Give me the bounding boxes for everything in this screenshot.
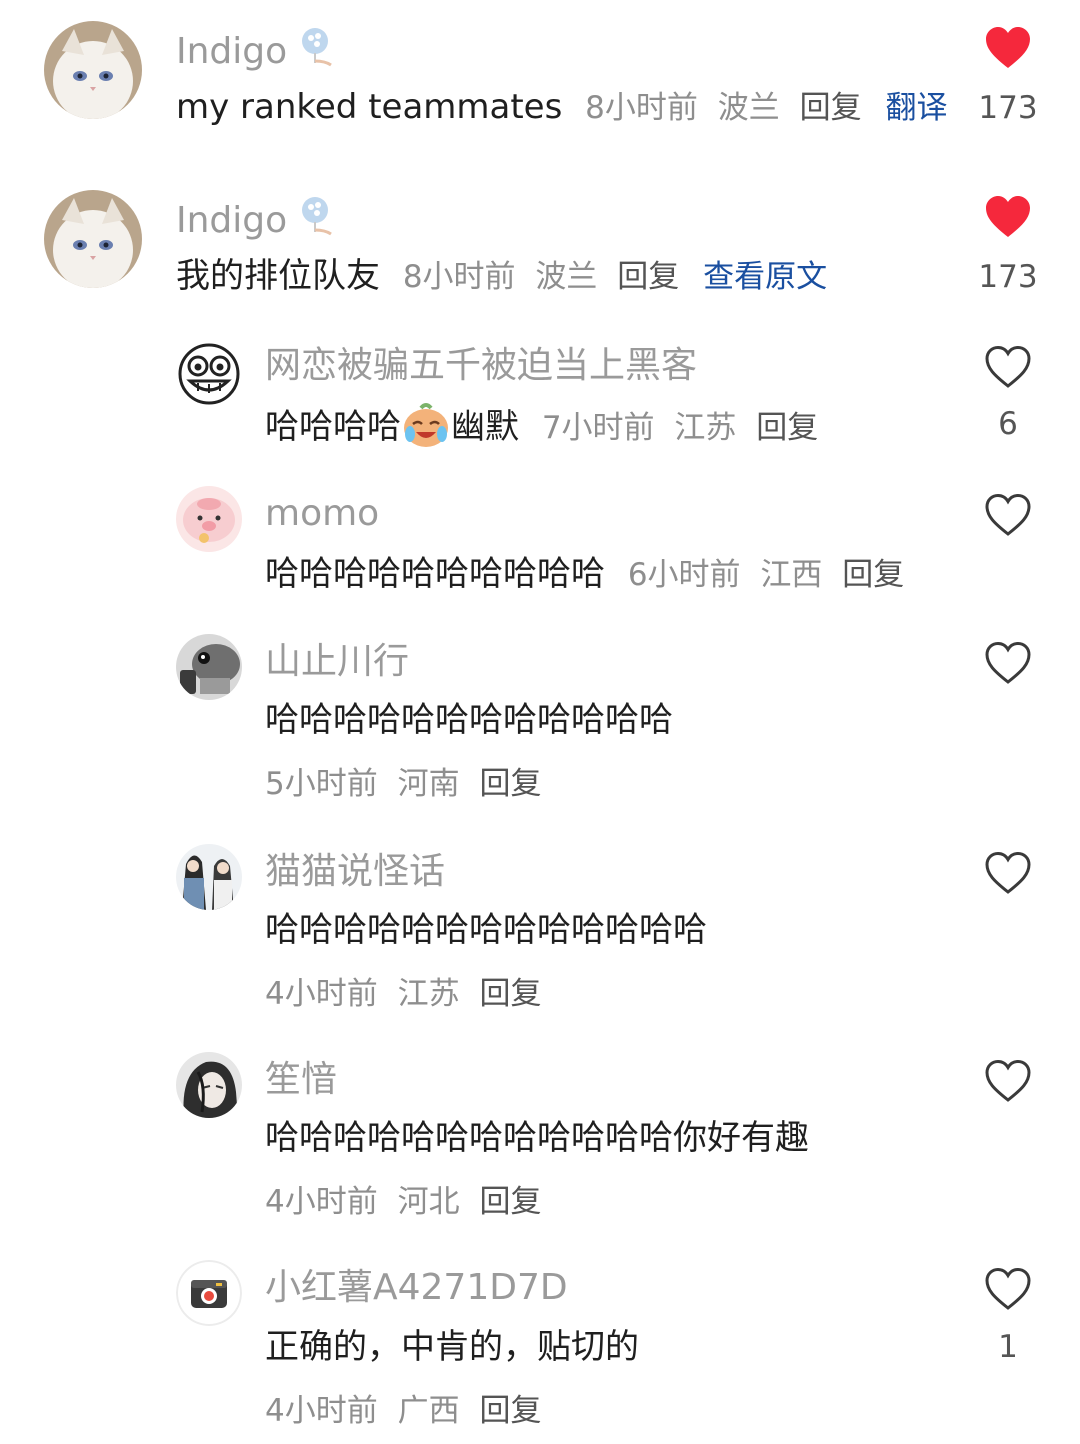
reply-username[interactable]: momo (265, 492, 379, 536)
translate-link[interactable]: 翻译 (885, 90, 947, 126)
reply-meta: 7小时前 江苏 回复 (542, 410, 828, 446)
comment-meta: 8小时前 波兰 回复 翻译 (585, 90, 957, 126)
reply-time: 4小时前 (265, 976, 378, 1012)
reply-body[interactable]: 哈哈哈哈 幽默 7小时前 江苏 回复 (265, 402, 828, 451)
reply-button[interactable]: 回复 (617, 259, 679, 295)
reply-username[interactable]: 小红薯A4271D7D (265, 1266, 568, 1310)
reply-body[interactable]: 哈哈哈哈哈哈哈哈哈哈 6小时前 江西 回复 (265, 551, 914, 598)
reply-username[interactable]: 猫猫说怪话 (265, 850, 445, 894)
like-count: 1 (998, 1329, 1018, 1365)
like-button[interactable] (984, 26, 1032, 70)
flower-badge-icon (295, 194, 339, 238)
like-count: 173 (978, 259, 1038, 295)
reply-item: momo 哈哈哈哈哈哈哈哈哈哈 6小时前 江西 回复 (0, 486, 1080, 606)
comment-location: 波兰 (717, 90, 780, 126)
reply-item: 网恋被骗五千被迫当上黑客 哈哈哈哈 幽默 7小时前 江苏 回复 6 (0, 338, 1080, 468)
reply-time: 4小时前 (265, 1393, 378, 1429)
heart-outline-icon (985, 851, 1031, 894)
reply-item: 山止川行 哈哈哈哈哈哈哈哈哈哈哈哈 5小时前 河南 回复 (0, 634, 1080, 814)
reply-meta: 6小时前 江西 回复 (628, 557, 914, 593)
reply-item: 猫猫说怪话 哈哈哈哈哈哈哈哈哈哈哈哈哈 4小时前 江苏 回复 (0, 844, 1080, 1024)
reply-location: 江西 (760, 557, 823, 593)
reply-button[interactable]: 回复 (479, 1184, 541, 1220)
reply-button[interactable]: 回复 (842, 557, 904, 593)
like-button[interactable] (984, 493, 1032, 537)
comment-text: 我的排位队友 (176, 256, 380, 296)
reply-location: 河北 (397, 1184, 460, 1220)
heart-outline-icon (985, 345, 1031, 388)
reply-location: 河南 (397, 766, 460, 802)
comment-username[interactable]: Indigo (176, 25, 339, 74)
reply-location: 江苏 (397, 976, 460, 1012)
reply-time: 7小时前 (541, 410, 655, 446)
reply-time: 5小时前 (265, 766, 378, 802)
heart-filled-icon (986, 196, 1030, 237)
comment-item: Indigo my ranked teammates 8小时前 波兰 回复 翻译… (0, 0, 1080, 160)
comment-body[interactable]: 我的排位队友 8小时前 波兰 回复 查看原文 (176, 253, 837, 300)
avatar[interactable] (44, 190, 142, 288)
avatar[interactable] (176, 341, 242, 407)
reply-meta: 4小时前 河北 回复 (265, 1182, 551, 1222)
reply-item: 小红薯A4271D7D 正确的，中肯的，贴切的 4小时前 广西 回复 1 (0, 1260, 1080, 1440)
comment-username[interactable]: Indigo (176, 194, 339, 243)
avatar[interactable] (44, 21, 142, 119)
avatar[interactable] (176, 634, 242, 700)
crying-laughing-emoji (401, 402, 451, 448)
like-button[interactable] (984, 345, 1032, 389)
reply-username[interactable]: 山止川行 (265, 640, 409, 684)
reply-button[interactable]: 回复 (479, 976, 541, 1012)
comment-time: 8小时前 (585, 90, 698, 126)
comment-body[interactable]: my ranked teammates 8小时前 波兰 回复 翻译 (176, 84, 957, 131)
reply-button[interactable]: 回复 (756, 410, 818, 446)
reply-location: 江苏 (674, 410, 737, 446)
comment-item: Indigo 我的排位队友 8小时前 波兰 回复 查看原文 173 (0, 170, 1080, 320)
like-button[interactable] (984, 195, 1032, 239)
reply-button[interactable]: 回复 (800, 90, 862, 126)
reply-text-suffix: 幽默 (451, 407, 519, 447)
comment-time: 8小时前 (402, 259, 516, 295)
reply-button[interactable]: 回复 (479, 1393, 541, 1429)
reply-time: 4小时前 (265, 1184, 378, 1220)
reply-text: 哈哈哈哈 (265, 407, 401, 447)
like-count: 173 (978, 90, 1038, 126)
reply-item: 笙愔 哈哈哈哈哈哈哈哈哈哈哈哈你好有趣 4小时前 河北 回复 (0, 1052, 1080, 1232)
reply-text: 哈哈哈哈哈哈哈哈哈哈 (265, 554, 605, 594)
heart-outline-icon (985, 1267, 1031, 1310)
like-button[interactable] (984, 1059, 1032, 1103)
reply-username[interactable]: 笙愔 (265, 1058, 337, 1102)
flower-badge-icon (295, 25, 339, 69)
reply-text[interactable]: 哈哈哈哈哈哈哈哈哈哈哈哈哈 (265, 907, 707, 953)
comment-location: 波兰 (535, 259, 598, 295)
reply-text[interactable]: 正确的，中肯的，贴切的 (265, 1324, 639, 1370)
like-count: 6 (998, 406, 1018, 442)
like-button[interactable] (984, 851, 1032, 895)
reply-username[interactable]: 网恋被骗五千被迫当上黑客 (265, 344, 697, 388)
reply-text[interactable]: 哈哈哈哈哈哈哈哈哈哈哈哈 (265, 697, 673, 743)
heart-outline-icon (985, 1059, 1031, 1102)
comment-meta: 8小时前 波兰 回复 查看原文 (403, 259, 837, 295)
avatar[interactable] (176, 1260, 242, 1326)
view-original-link[interactable]: 查看原文 (703, 259, 827, 295)
like-button[interactable] (984, 641, 1032, 685)
avatar[interactable] (176, 844, 242, 910)
like-button[interactable] (984, 1267, 1032, 1311)
reply-time: 6小时前 (627, 557, 741, 593)
reply-meta: 5小时前 河南 回复 (265, 764, 551, 804)
avatar[interactable] (176, 486, 242, 552)
reply-meta: 4小时前 广西 回复 (265, 1391, 551, 1431)
heart-filled-icon (986, 27, 1030, 68)
heart-outline-icon (985, 493, 1031, 536)
avatar[interactable] (176, 1052, 242, 1118)
reply-meta: 4小时前 江苏 回复 (265, 974, 551, 1014)
heart-outline-icon (985, 641, 1031, 684)
reply-button[interactable]: 回复 (479, 766, 541, 802)
reply-location: 广西 (397, 1393, 460, 1429)
reply-text[interactable]: 哈哈哈哈哈哈哈哈哈哈哈哈你好有趣 (265, 1115, 809, 1161)
comment-text: my ranked teammates (176, 87, 563, 127)
